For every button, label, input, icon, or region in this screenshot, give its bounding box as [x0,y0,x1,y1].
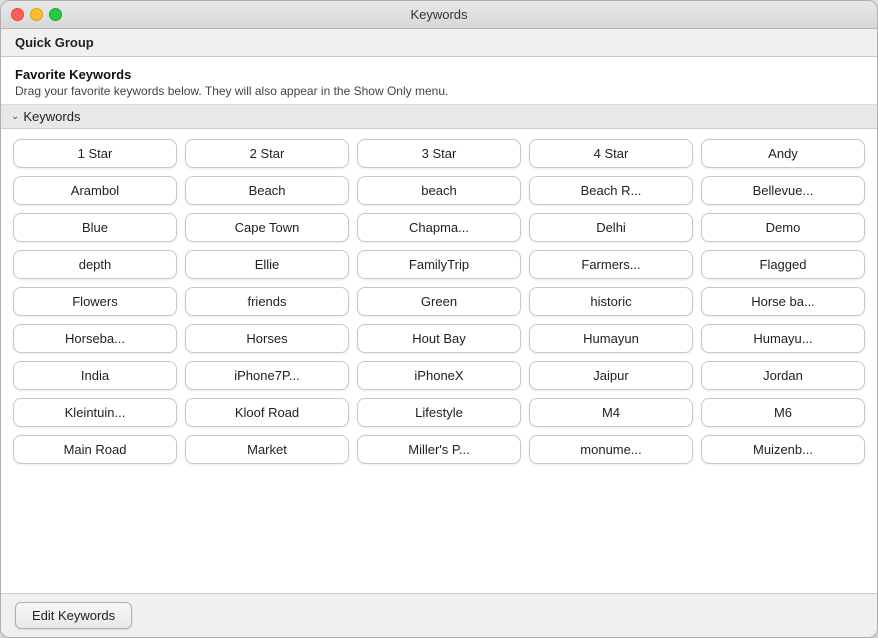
title-bar: Keywords [1,1,877,29]
keywords-grid-area: 1 Star 2 Star 3 Star 4 Star Andy Arambol Beach… [1,129,877,593]
window-controls [11,8,62,21]
keyword-tag[interactable]: historic [529,287,693,316]
keyword-tag[interactable]: 2 Star [185,139,349,168]
keyword-tag[interactable]: Muizenb... [701,435,865,464]
keyword-tag[interactable]: M6 [701,398,865,427]
keyword-tag[interactable]: 3 Star [357,139,521,168]
keywords-grid: 1 Star 2 Star 3 Star 4 Star Andy Arambol Beach… [13,139,865,464]
keyword-tag[interactable]: Humayun [529,324,693,353]
keyword-tag[interactable]: M4 [529,398,693,427]
keyword-tag[interactable]: Jaipur [529,361,693,390]
favorite-keywords-title: Favorite Keywords [15,67,863,82]
favorite-keywords-description: Drag your favorite keywords below. They … [15,84,863,98]
keyword-tag[interactable]: Miller's P... [357,435,521,464]
keyword-tag[interactable]: Horses [185,324,349,353]
keyword-tag[interactable]: beach [357,176,521,205]
minimize-button[interactable] [30,8,43,21]
window-title: Keywords [410,7,467,22]
quick-group-label: Quick Group [15,35,94,50]
keywords-window: Keywords Quick Group Favorite Keywords D… [0,0,878,638]
keyword-tag[interactable]: Green [357,287,521,316]
keyword-tag[interactable]: India [13,361,177,390]
keyword-tag[interactable]: Kleintuin... [13,398,177,427]
keyword-tag[interactable]: Blue [13,213,177,242]
keyword-tag[interactable]: 1 Star [13,139,177,168]
close-button[interactable] [11,8,24,21]
keyword-tag[interactable]: Flowers [13,287,177,316]
keyword-tag[interactable]: Main Road [13,435,177,464]
keyword-tag[interactable]: Bellevue... [701,176,865,205]
keyword-tag[interactable]: friends [185,287,349,316]
keyword-tag[interactable]: Horseba... [13,324,177,353]
keyword-tag[interactable]: Beach [185,176,349,205]
keyword-tag[interactable]: Ellie [185,250,349,279]
keyword-tag[interactable]: Chapma... [357,213,521,242]
keyword-tag[interactable]: Beach R... [529,176,693,205]
edit-keywords-button[interactable]: Edit Keywords [15,602,132,629]
keyword-tag[interactable]: Cape Town [185,213,349,242]
favorite-keywords-section: Favorite Keywords Drag your favorite key… [1,57,877,105]
keywords-header-label: Keywords [23,109,80,124]
keyword-tag[interactable]: Jordan [701,361,865,390]
keyword-tag[interactable]: depth [13,250,177,279]
keyword-tag[interactable]: Kloof Road [185,398,349,427]
quick-group-bar: Quick Group [1,29,877,57]
keyword-tag[interactable]: Horse ba... [701,287,865,316]
keyword-tag[interactable]: Demo [701,213,865,242]
footer: Edit Keywords [1,593,877,637]
keyword-tag[interactable]: Hout Bay [357,324,521,353]
keyword-tag[interactable]: Arambol [13,176,177,205]
keyword-tag[interactable]: FamilyTrip [357,250,521,279]
keyword-tag[interactable]: Andy [701,139,865,168]
keywords-header[interactable]: ⌄ Keywords [1,105,877,129]
keyword-tag[interactable]: Market [185,435,349,464]
keyword-tag[interactable]: iPhone7P... [185,361,349,390]
keyword-tag[interactable]: monume... [529,435,693,464]
keyword-tag[interactable]: Farmers... [529,250,693,279]
keyword-tag[interactable]: iPhoneX [357,361,521,390]
chevron-icon: ⌄ [11,111,19,122]
keyword-tag[interactable]: Lifestyle [357,398,521,427]
keyword-tag[interactable]: 4 Star [529,139,693,168]
maximize-button[interactable] [49,8,62,21]
keyword-tag[interactable]: Flagged [701,250,865,279]
keyword-tag[interactable]: Humayu... [701,324,865,353]
keyword-tag[interactable]: Delhi [529,213,693,242]
